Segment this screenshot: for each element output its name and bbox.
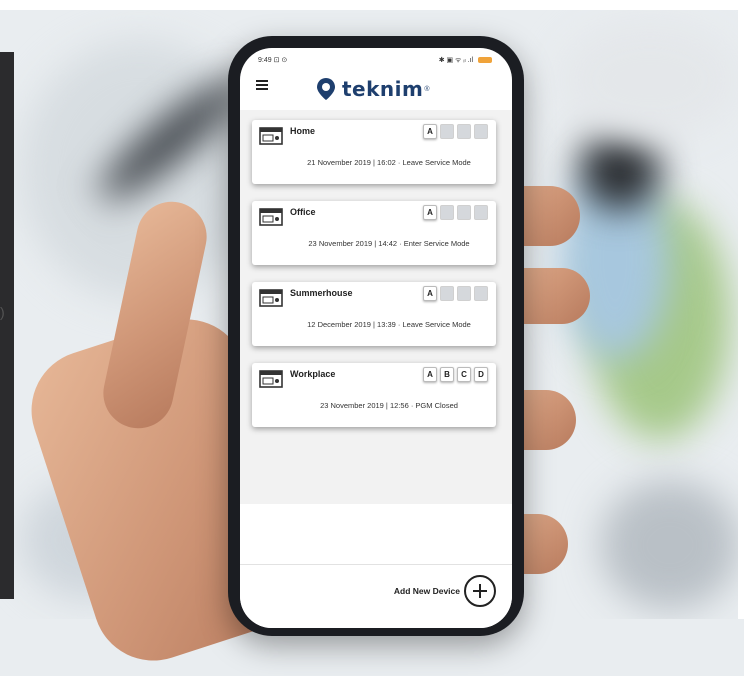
device-list: Home A B C D 21 November 2019 | 16:02 · … bbox=[240, 110, 512, 504]
device-card[interactable]: Summerhouse A B C D 12 December 2019 | 1… bbox=[252, 282, 496, 346]
partition-a-button[interactable]: A bbox=[423, 367, 437, 382]
device-last-event: 23 November 2019 | 12:56 · PGM Closed bbox=[320, 401, 458, 410]
alarm-panel-icon bbox=[259, 370, 283, 388]
device-name: Home bbox=[290, 126, 316, 136]
location-pin-logo-icon bbox=[317, 78, 335, 100]
plus-circle-icon[interactable] bbox=[464, 575, 496, 607]
partition-b-button[interactable]: B bbox=[440, 124, 454, 139]
partition-b-button[interactable]: B bbox=[440, 286, 454, 301]
partition-buttons: A B C D bbox=[423, 286, 488, 301]
partition-d-button[interactable]: D bbox=[474, 367, 488, 382]
status-icons-right: ✱ ▣ ᯤ ᵢₗ .ıl bbox=[438, 57, 474, 64]
partition-d-button[interactable]: D bbox=[474, 124, 488, 139]
partition-a-button[interactable]: A bbox=[423, 124, 437, 139]
partition-buttons: A B C D bbox=[423, 367, 488, 382]
bottom-bar: Add New Device bbox=[240, 564, 512, 628]
hamburger-menu-icon[interactable] bbox=[256, 80, 268, 90]
bg-blob-watch bbox=[580, 130, 660, 210]
phone-screen: 9:49 ⊡ ⊙ ✱ ▣ ᯤ ᵢₗ .ıl teknim ® Home A B … bbox=[240, 48, 512, 628]
device-name: Office bbox=[290, 207, 316, 217]
device-last-event: 21 November 2019 | 16:02 · Leave Service… bbox=[307, 158, 471, 167]
device-last-event: 12 December 2019 | 13:39 · Leave Service… bbox=[307, 320, 471, 329]
alarm-panel-icon bbox=[259, 289, 283, 307]
device-name: Workplace bbox=[290, 369, 336, 379]
partition-buttons: A B C D bbox=[423, 124, 488, 139]
device-card[interactable]: Home A B C D 21 November 2019 | 16:02 · … bbox=[252, 120, 496, 184]
device-card[interactable]: Workplace A B C D 23 November 2019 | 12:… bbox=[252, 363, 496, 427]
brand-registered: ® bbox=[424, 85, 430, 93]
status-icons-right-group: ✱ ▣ ᯤ ᵢₗ .ıl bbox=[439, 56, 492, 65]
brand-name: teknim bbox=[342, 77, 424, 101]
left-dark-panel bbox=[0, 52, 14, 599]
partition-b-button[interactable]: B bbox=[440, 205, 454, 220]
status-time-text: 9:49 bbox=[258, 57, 272, 64]
partition-d-button[interactable]: D bbox=[474, 286, 488, 301]
right-border bbox=[738, 0, 744, 619]
status-icons-left: ⊡ ⊙ bbox=[273, 57, 288, 64]
device-last-event: 23 November 2019 | 14:42 · Enter Service… bbox=[308, 239, 470, 248]
bg-blob-right bbox=[560, 20, 740, 140]
device-name: Summerhouse bbox=[290, 288, 353, 298]
partition-buttons: A B C D bbox=[423, 205, 488, 220]
teknim-logo: teknim ® bbox=[316, 74, 430, 104]
left-edge-text: ) bbox=[0, 304, 5, 320]
bg-blob-bottom-right bbox=[600, 480, 740, 610]
partition-c-button[interactable]: C bbox=[457, 124, 471, 139]
partition-c-button[interactable]: C bbox=[457, 286, 471, 301]
partition-a-button[interactable]: A bbox=[423, 286, 437, 301]
alarm-panel-icon bbox=[259, 127, 283, 145]
status-time: 9:49 ⊡ ⊙ bbox=[258, 56, 287, 64]
battery-icon bbox=[478, 57, 492, 64]
top-border bbox=[0, 0, 744, 10]
device-card[interactable]: Office A B C D 23 November 2019 | 14:42 … bbox=[252, 201, 496, 265]
partition-c-button[interactable]: C bbox=[457, 205, 471, 220]
add-new-device-label[interactable]: Add New Device bbox=[394, 586, 460, 596]
partition-b-button[interactable]: B bbox=[440, 367, 454, 382]
alarm-panel-icon bbox=[259, 208, 283, 226]
partition-d-button[interactable]: D bbox=[474, 205, 488, 220]
partition-a-button[interactable]: A bbox=[423, 205, 437, 220]
partition-c-button[interactable]: C bbox=[457, 367, 471, 382]
app-header: teknim ® bbox=[240, 66, 512, 111]
